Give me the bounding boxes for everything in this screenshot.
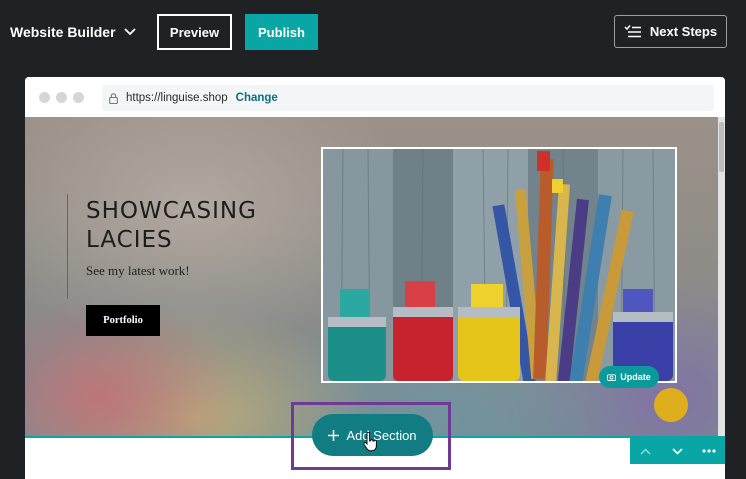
chevron-up-icon xyxy=(640,447,651,455)
hero-title[interactable]: SHOWCASING LACIES xyxy=(86,197,306,255)
website-builder-menu[interactable]: Website Builder xyxy=(10,24,136,40)
hero-image[interactable] xyxy=(321,147,677,383)
window-dot xyxy=(73,92,84,103)
chevron-down-icon xyxy=(672,447,683,455)
browser-chrome: https://linguise.shop Change xyxy=(25,77,725,117)
paint-tubes-image xyxy=(323,149,675,381)
section-more-button[interactable] xyxy=(696,438,722,464)
move-section-down-button[interactable] xyxy=(664,438,690,464)
address-bar: https://linguise.shop Change xyxy=(102,85,714,111)
preview-button[interactable]: Preview xyxy=(157,14,232,50)
update-image-button[interactable]: Update xyxy=(599,366,659,388)
help-chat-button[interactable] xyxy=(654,388,688,422)
site-url: https://linguise.shop xyxy=(126,92,228,104)
app-title-label: Website Builder xyxy=(10,24,116,40)
window-dot xyxy=(56,92,67,103)
next-steps-label: Next Steps xyxy=(649,24,718,39)
publish-button[interactable]: Publish xyxy=(245,14,318,50)
more-icon xyxy=(702,449,716,453)
move-section-up-button[interactable] xyxy=(633,438,659,464)
portfolio-button[interactable]: Portfolio xyxy=(86,305,160,336)
preview-scrollbar[interactable] xyxy=(718,117,725,437)
hero-section[interactable]: SHOWCASING LACIES See my latest work! Po… xyxy=(25,117,718,437)
hand-cursor-icon xyxy=(363,432,377,452)
top-bar: Website Builder Preview Publish Next Ste… xyxy=(0,0,746,66)
camera-icon xyxy=(607,374,617,381)
scroll-thumb[interactable] xyxy=(719,122,724,172)
checklist-icon xyxy=(624,25,641,38)
chevron-down-icon xyxy=(123,28,136,36)
update-label: Update xyxy=(620,372,651,382)
hero-divider xyxy=(67,194,68,299)
lock-icon xyxy=(109,92,118,104)
plus-icon xyxy=(328,429,340,441)
next-steps-button[interactable]: Next Steps xyxy=(614,15,727,48)
change-domain-link[interactable]: Change xyxy=(236,92,278,104)
add-section-label: Add Section xyxy=(346,427,417,443)
window-dot xyxy=(39,92,50,103)
hero-subtitle[interactable]: See my latest work! xyxy=(86,263,190,279)
section-toolbar xyxy=(630,438,725,464)
